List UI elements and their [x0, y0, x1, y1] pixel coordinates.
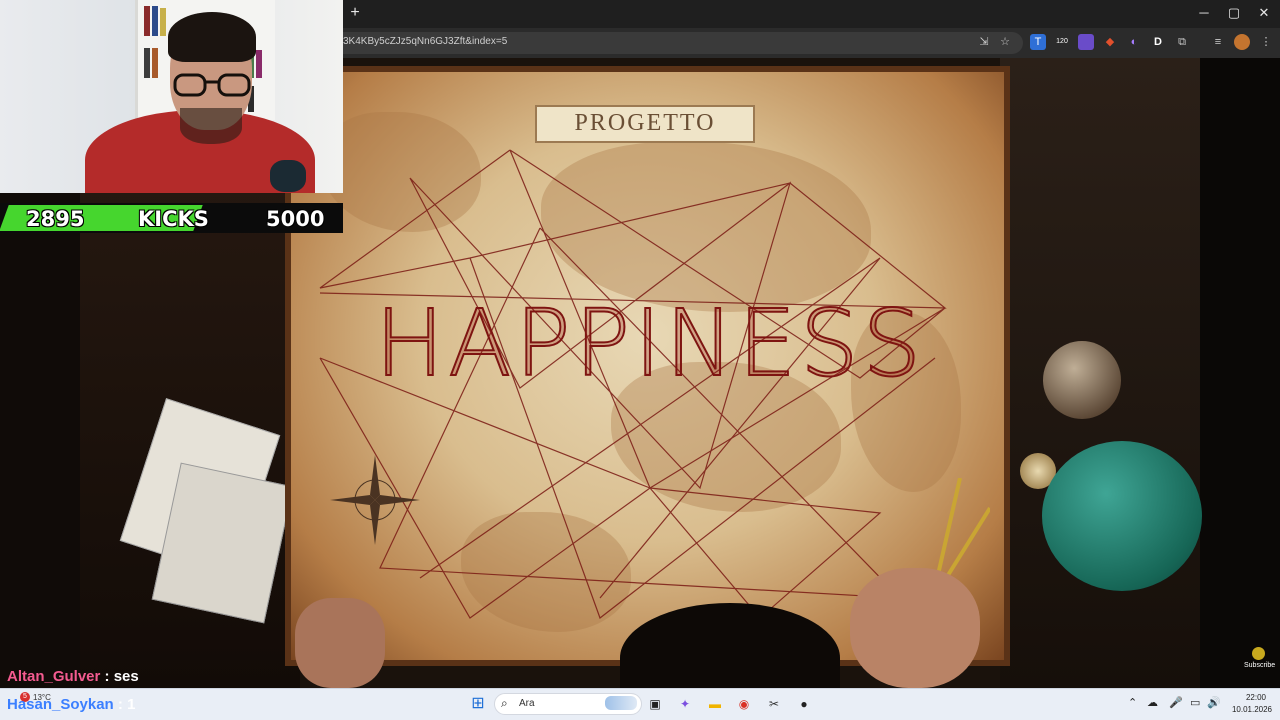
chat-message: Altan_Gulver : ses [7, 668, 139, 685]
happiness-title: HAPPINESS [374, 289, 925, 398]
microphone [270, 160, 306, 192]
glass-globe [1043, 341, 1121, 419]
close-button[interactable]: ✕ [1252, 4, 1276, 22]
kicks-current: 2895 [26, 207, 85, 231]
moon-extension-icon[interactable]: ◐ [1126, 34, 1142, 50]
book [144, 6, 150, 36]
subscribe-icon[interactable] [1252, 647, 1265, 660]
chat-username: Altan_Gulver [7, 668, 101, 685]
kicks-label: KICKS [138, 207, 209, 231]
webcam-overlay [0, 0, 343, 193]
search-highlight-thumbnail [605, 696, 637, 710]
chrome-icon[interactable]: ◉ [734, 694, 754, 714]
browser-tab-bar [343, 0, 1280, 28]
subscribe-label[interactable]: Subscribe [1244, 662, 1275, 669]
book [160, 8, 166, 36]
minimize-button[interactable]: ─ [1192, 4, 1216, 22]
search-placeholder[interactable]: Ara [519, 698, 535, 709]
extension-counter-icon[interactable]: 120 [1054, 34, 1070, 50]
fox-extension-icon[interactable]: ◆ [1102, 34, 1118, 50]
file-explorer-icon[interactable]: ▬ [705, 694, 725, 714]
tray-overflow-icon[interactable]: ⌃ [1128, 696, 1137, 709]
kicks-goal: 5000 [266, 207, 325, 231]
extensions-puzzle-icon[interactable]: ⧉ [1174, 34, 1190, 50]
chat-text: : ses [100, 668, 139, 685]
maximize-button[interactable]: ▢ [1222, 4, 1246, 22]
banner-text: PROGETTO [574, 110, 716, 136]
compass-rose-icon [330, 455, 420, 545]
glasses-icon [173, 73, 251, 97]
microphone-tray-icon[interactable]: 🎤 [1169, 696, 1183, 709]
clock-date[interactable]: 10.01.2026 [1228, 705, 1276, 714]
streamer-beard [180, 108, 242, 144]
bookmark-star-icon[interactable]: ☆ [997, 34, 1013, 50]
green-desk-lamp [1042, 441, 1202, 591]
profile-avatar-icon[interactable] [1234, 34, 1250, 50]
search-icon: ⌕ [501, 696, 508, 710]
copilot-icon[interactable]: ✦ [675, 694, 695, 714]
streamer-hair [168, 12, 256, 62]
new-tab-button[interactable]: + [346, 4, 364, 22]
menu-kebab-icon[interactable]: ⋮ [1258, 34, 1274, 50]
clock-time[interactable]: 22:00 [1236, 693, 1276, 702]
book [152, 48, 158, 78]
chat-text: : 1 [113, 696, 136, 713]
hand-right [850, 568, 980, 688]
translate-extension-icon[interactable]: T [1030, 34, 1046, 50]
book [144, 48, 150, 78]
d-extension-icon[interactable]: D [1150, 34, 1166, 50]
cloud-sync-icon[interactable]: ☁ [1147, 696, 1158, 709]
shield-extension-icon[interactable] [1078, 34, 1094, 50]
network-icon[interactable]: ▭ [1190, 696, 1200, 709]
hand-left [295, 598, 385, 688]
book [152, 6, 158, 36]
book [256, 50, 262, 78]
obs-icon[interactable]: ● [794, 694, 814, 714]
windows-start-icon[interactable]: ⊞ [468, 694, 488, 714]
snipping-tool-icon[interactable]: ✂ [764, 694, 784, 714]
volume-icon[interactable]: 🔊 [1207, 696, 1221, 709]
install-app-icon[interactable]: ⇲ [976, 34, 992, 50]
reading-list-icon[interactable]: ≡ [1210, 34, 1226, 50]
screen: + ─ ▢ ✕ 3K4KBy5cZJz5qNn6GJ3Zft&index=5 ⇲… [0, 0, 1280, 720]
task-view-icon[interactable]: ▣ [645, 694, 665, 714]
chat-username: Hasan_Soykan [7, 696, 114, 713]
chat-message: Hasan_Soykan : 1 [7, 696, 135, 713]
address-url[interactable]: 3K4KBy5cZJz5qNn6GJ3Zft&index=5 [343, 36, 507, 47]
